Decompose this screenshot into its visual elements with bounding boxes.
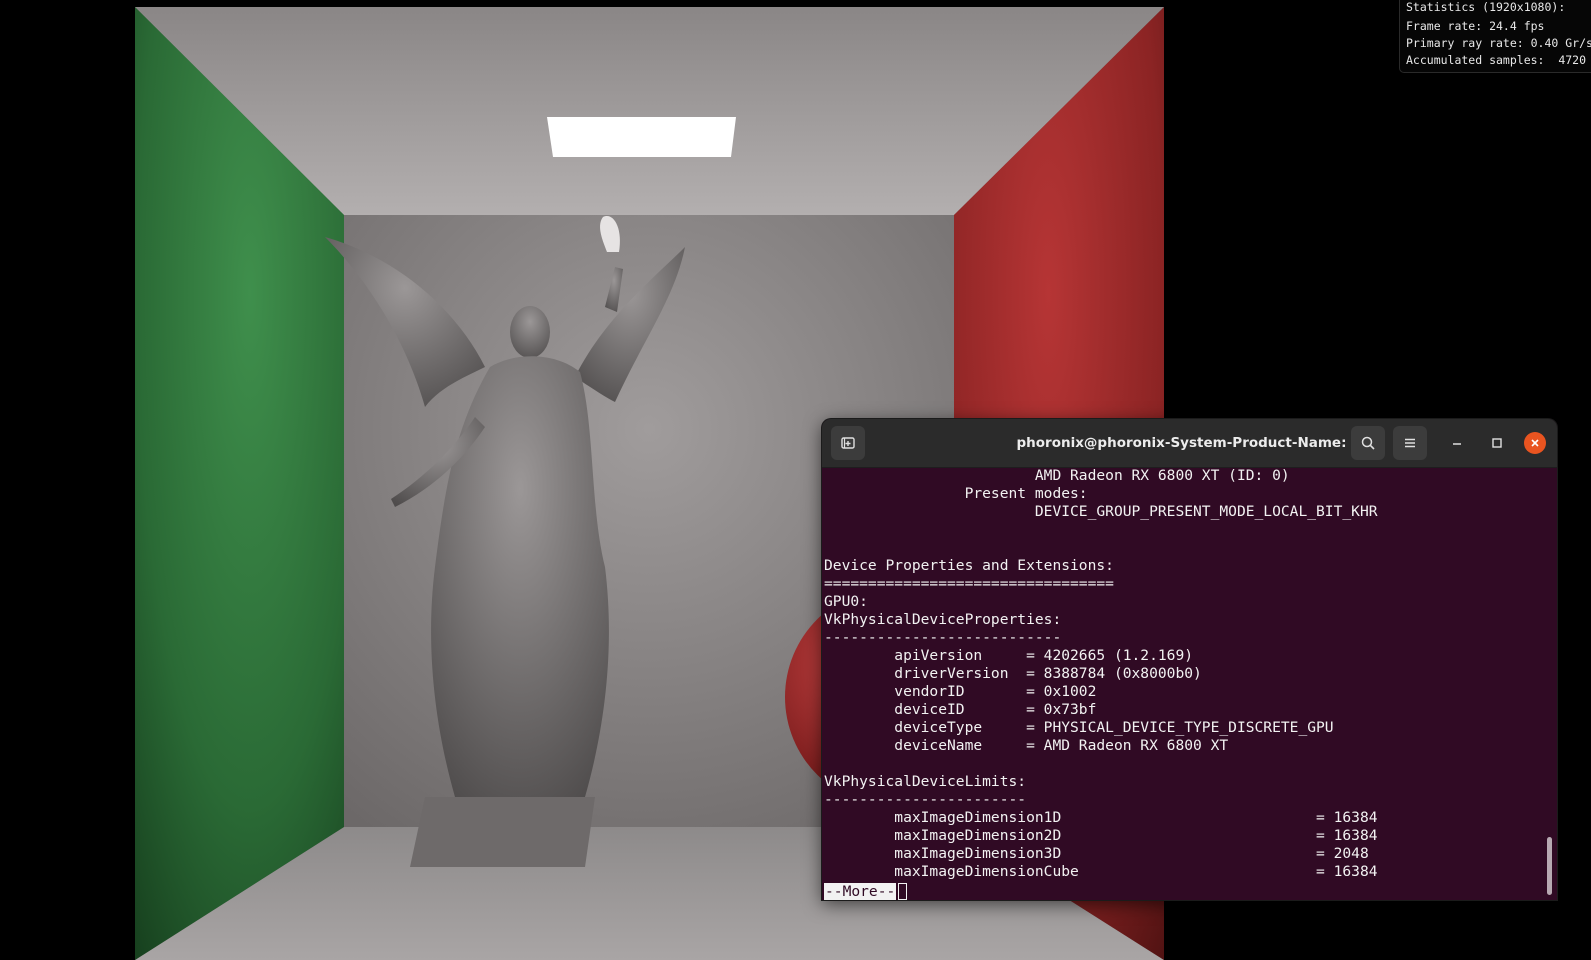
terminal-line: -----------------------: [824, 791, 1027, 808]
terminal-line: deviceID = 0x73bf: [824, 701, 1097, 718]
terminal-titlebar[interactable]: phoronix@phoronix-System-Product-Name: ~: [822, 419, 1557, 468]
terminal-line: maxImageDimension1D = 16384: [824, 809, 1378, 826]
search-icon: [1361, 436, 1375, 450]
terminal-line: vendorID = 0x1002: [824, 683, 1097, 700]
terminal-line: maxImageDimensionCube = 16384: [824, 863, 1378, 880]
close-button[interactable]: [1518, 426, 1552, 460]
terminal-output[interactable]: AMD Radeon RX 6800 XT (ID: 0) Present mo…: [824, 467, 1534, 900]
terminal-line: driverVersion = 8388784 (0x8000b0): [824, 665, 1202, 682]
terminal-line: deviceType = PHYSICAL_DEVICE_TYPE_DISCRE…: [824, 719, 1334, 736]
terminal-scrollbar[interactable]: [1547, 837, 1552, 895]
stats-title: Statistics (1920x1080):: [1406, 0, 1566, 14]
stats-accumulated-samples: Accumulated samples: 4720: [1406, 53, 1587, 67]
terminal-line: deviceName = AMD Radeon RX 6800 XT: [824, 737, 1229, 754]
search-button[interactable]: [1351, 426, 1385, 460]
new-tab-button[interactable]: [831, 426, 865, 460]
terminal-line: Present modes:: [824, 485, 1088, 502]
minimize-button[interactable]: [1440, 426, 1474, 460]
terminal-line: Device Properties and Extensions:: [824, 557, 1114, 574]
stats-primary-ray-rate: Primary ray rate: 0.40 Gr/s: [1406, 36, 1591, 50]
terminal-line: ---------------------------: [824, 629, 1062, 646]
terminal-line: DEVICE_GROUP_PRESENT_MODE_LOCAL_BIT_KHR: [824, 503, 1378, 520]
terminal-line: maxImageDimension2D = 16384: [824, 827, 1378, 844]
terminal-line: AMD Radeon RX 6800 XT (ID: 0): [824, 467, 1290, 484]
terminal-title: phoronix@phoronix-System-Product-Name: ~: [1016, 435, 1363, 451]
terminal-window[interactable]: phoronix@phoronix-System-Product-Name: ~: [822, 419, 1557, 900]
pager-more-prompt: --More--: [824, 883, 897, 900]
hamburger-menu-icon: [1405, 438, 1415, 448]
terminal-line: =================================: [824, 575, 1114, 592]
close-icon: [1531, 439, 1539, 447]
new-tab-icon: [841, 437, 855, 449]
minimize-icon: [1453, 443, 1461, 445]
stats-frame-rate: Frame rate: 24.4 fps: [1406, 19, 1545, 33]
terminal-line: maxImageDimension3D = 2048: [824, 845, 1369, 862]
terminal-line: apiVersion = 4202665 (1.2.169): [824, 647, 1194, 664]
terminal-cursor: [898, 883, 907, 900]
menu-button[interactable]: [1393, 426, 1427, 460]
terminal-line: VkPhysicalDeviceProperties:: [824, 611, 1062, 628]
terminal-line: GPU0:: [824, 593, 868, 610]
statistics-overlay: Statistics (1920x1080): Frame rate: 24.4…: [1399, 0, 1591, 73]
maximize-icon: [1492, 438, 1502, 448]
maximize-button[interactable]: [1480, 426, 1514, 460]
terminal-line: VkPhysicalDeviceLimits:: [824, 773, 1027, 790]
close-button-circle[interactable]: [1524, 432, 1546, 454]
